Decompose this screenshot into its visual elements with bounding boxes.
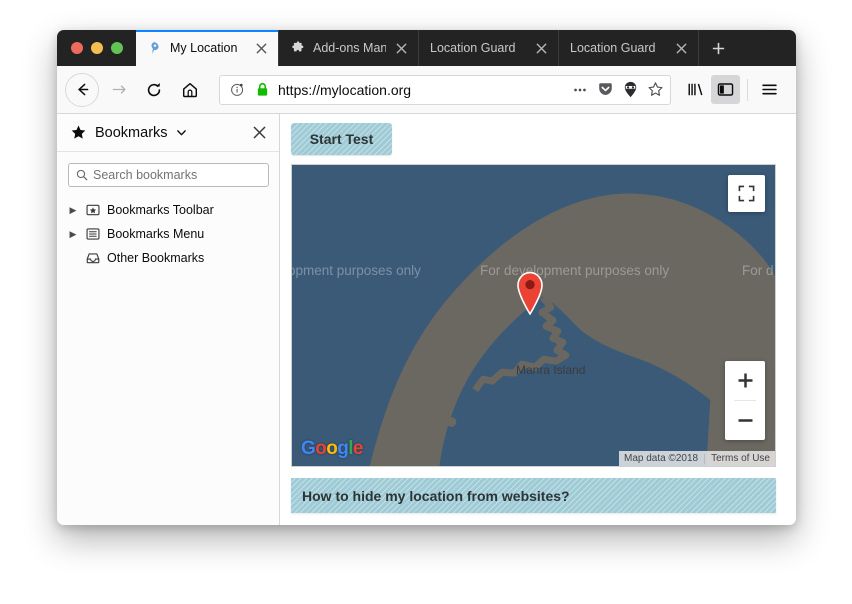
tab-location-guard-1[interactable]: Location Guard bbox=[418, 30, 558, 66]
attribution-divider bbox=[704, 454, 705, 464]
minus-icon bbox=[737, 412, 754, 429]
map-fullscreen-button[interactable] bbox=[728, 175, 765, 212]
bookmark-row-label: Other Bookmarks bbox=[107, 251, 204, 265]
chevron-down-icon[interactable] bbox=[176, 127, 187, 138]
app-menu-button[interactable] bbox=[755, 75, 784, 104]
pocket-icon[interactable] bbox=[596, 81, 614, 99]
start-test-button[interactable]: Start Test bbox=[291, 123, 392, 155]
url-bar[interactable]: https://mylocation.org bbox=[219, 75, 671, 105]
map-attribution-bar: Map data ©2018 Terms of Use bbox=[619, 451, 775, 466]
tab-addons-manager[interactable]: Add-ons Manag bbox=[278, 30, 418, 66]
expand-twisty-icon[interactable]: ▶ bbox=[67, 229, 79, 240]
google-logo: Google bbox=[301, 438, 363, 460]
how-to-heading-label: How to hide my location from websites? bbox=[302, 488, 570, 504]
ellipsis-icon[interactable] bbox=[571, 81, 589, 99]
new-tab-button[interactable] bbox=[698, 30, 737, 66]
star-filled-icon bbox=[70, 124, 87, 141]
tab-close-button[interactable] bbox=[393, 40, 409, 56]
map-data-copyright: Map data ©2018 bbox=[624, 453, 698, 464]
map-zoom-in-button[interactable] bbox=[725, 361, 765, 400]
search-input[interactable]: Search bookmarks bbox=[68, 163, 269, 187]
toolbar-right-actions bbox=[681, 75, 784, 104]
toolbar-divider bbox=[747, 79, 748, 101]
terms-of-use-link[interactable]: Terms of Use bbox=[711, 453, 770, 464]
bookmarks-toolbar-icon bbox=[85, 203, 101, 217]
sidebar-toggle-button[interactable] bbox=[711, 75, 740, 104]
tab-title: Location Guard bbox=[430, 41, 526, 55]
map-zoom-out-button[interactable] bbox=[725, 401, 765, 440]
tab-strip: My Location Add-ons Manag bbox=[57, 30, 796, 66]
tab-title: Add-ons Manag bbox=[313, 41, 386, 55]
hamburger-menu-icon bbox=[760, 80, 779, 99]
window-close-button[interactable] bbox=[71, 42, 83, 54]
sidebar-title: Bookmarks bbox=[95, 125, 168, 141]
bookmarks-menu-icon bbox=[85, 227, 101, 241]
map-place-label: Manra Island bbox=[516, 363, 585, 377]
page-content: Start Test bbox=[280, 114, 796, 525]
tab-close-button[interactable] bbox=[533, 40, 549, 56]
sidebar-header: Bookmarks bbox=[57, 114, 279, 152]
window-traffic-lights bbox=[57, 30, 136, 66]
bookmark-row-bookmarks-menu[interactable]: ▶ Bookmarks Menu bbox=[57, 222, 279, 246]
puzzle-piece-icon bbox=[290, 40, 306, 56]
browser-window: My Location Add-ons Manag bbox=[57, 30, 796, 525]
search-placeholder: Search bookmarks bbox=[93, 168, 197, 182]
bookmarks-sidebar: Bookmarks bbox=[57, 114, 280, 525]
home-icon bbox=[181, 81, 199, 99]
content-row: Bookmarks bbox=[57, 114, 796, 525]
red-location-pin-icon bbox=[515, 271, 545, 315]
screenshot-stage: My Location Add-ons Manag bbox=[0, 0, 852, 604]
url-text: https://mylocation.org bbox=[278, 82, 564, 98]
library-button[interactable] bbox=[681, 75, 710, 104]
bookmark-row-other-bookmarks[interactable]: Other Bookmarks bbox=[57, 246, 279, 270]
reload-button[interactable] bbox=[137, 73, 171, 107]
fullscreen-expand-icon bbox=[738, 185, 755, 202]
back-arrow-icon bbox=[74, 81, 91, 98]
tab-location-guard-2[interactable]: Location Guard bbox=[558, 30, 698, 66]
home-button[interactable] bbox=[173, 73, 207, 107]
info-circle-icon[interactable] bbox=[228, 81, 246, 99]
bookmark-row-bookmarks-toolbar[interactable]: ▶ Bookmarks Toolbar bbox=[57, 198, 279, 222]
star-outline-icon[interactable] bbox=[646, 81, 664, 99]
search-icon bbox=[76, 169, 88, 181]
bookmark-tree: ▶ Bookmarks Toolbar ▶ bbox=[57, 195, 279, 270]
library-icon bbox=[686, 80, 705, 99]
navigation-toolbar: https://mylocation.org bbox=[57, 66, 796, 114]
map-terrain bbox=[292, 165, 775, 467]
sidebar-close-button[interactable] bbox=[249, 123, 269, 143]
plus-icon bbox=[737, 372, 754, 389]
bookmark-row-label: Bookmarks Menu bbox=[107, 227, 204, 241]
other-bookmarks-tray-icon bbox=[85, 251, 101, 265]
forward-button[interactable] bbox=[101, 73, 135, 107]
sidebar-icon bbox=[716, 80, 735, 99]
location-pin-icon bbox=[147, 40, 163, 56]
padlock-icon[interactable] bbox=[253, 81, 271, 99]
window-maximize-button[interactable] bbox=[111, 42, 123, 54]
map-canvas[interactable]: opment purposes only For development pur… bbox=[292, 165, 775, 466]
tab-close-button[interactable] bbox=[673, 40, 689, 56]
bookmark-search-wrapper: Search bookmarks bbox=[57, 152, 279, 195]
forward-arrow-icon bbox=[110, 81, 127, 98]
map-zoom-controls bbox=[725, 361, 765, 440]
start-test-label: Start Test bbox=[310, 131, 374, 147]
how-to-hide-location-heading[interactable]: How to hide my location from websites? bbox=[291, 478, 776, 513]
tab-title: My Location bbox=[170, 41, 246, 55]
window-minimize-button[interactable] bbox=[91, 42, 103, 54]
reload-icon bbox=[145, 81, 163, 99]
page-inner: Start Test bbox=[280, 114, 796, 525]
tab-close-button[interactable] bbox=[253, 40, 269, 56]
map-widget[interactable]: opment purposes only For development pur… bbox=[291, 164, 776, 467]
tab-my-location[interactable]: My Location bbox=[136, 30, 278, 66]
map-location-marker[interactable] bbox=[515, 271, 545, 315]
location-guard-pin-icon[interactable] bbox=[621, 81, 639, 99]
back-button[interactable] bbox=[65, 73, 99, 107]
expand-twisty-icon[interactable]: ▶ bbox=[67, 205, 79, 216]
bookmark-row-label: Bookmarks Toolbar bbox=[107, 203, 214, 217]
tab-title: Location Guard bbox=[570, 41, 666, 55]
plus-icon bbox=[711, 41, 726, 56]
